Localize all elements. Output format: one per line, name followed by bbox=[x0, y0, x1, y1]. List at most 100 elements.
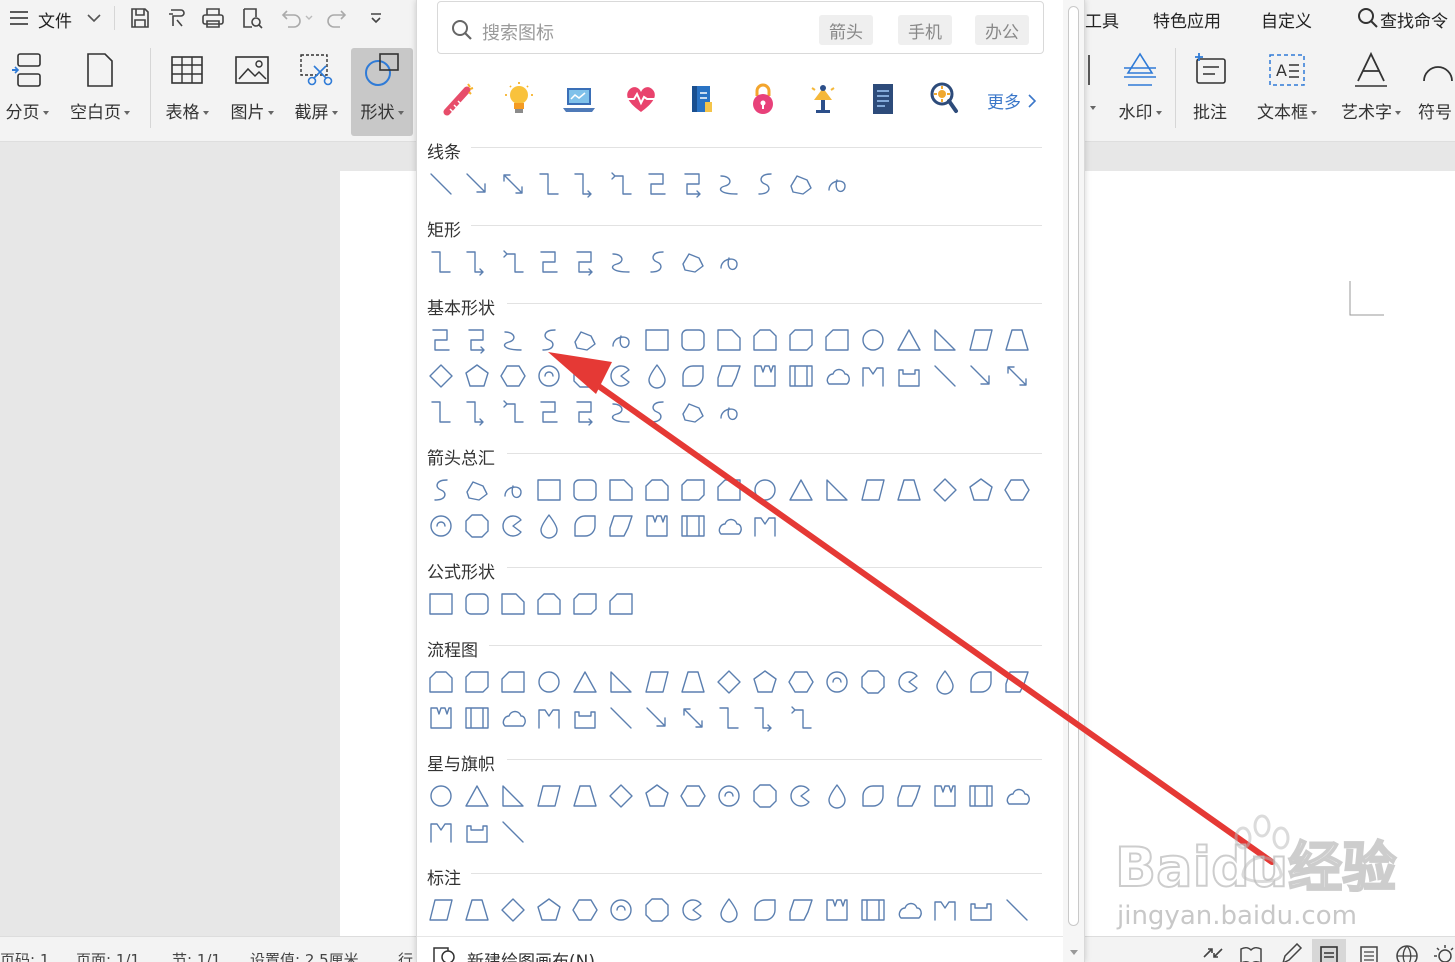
magnifier-gear-icon[interactable] bbox=[927, 80, 961, 118]
shape-item[interactable] bbox=[967, 896, 995, 924]
shape-item[interactable] bbox=[787, 896, 815, 924]
redo-icon[interactable] bbox=[324, 5, 352, 31]
shape-item[interactable] bbox=[643, 476, 671, 504]
customize-quick-access-icon[interactable] bbox=[364, 5, 388, 31]
shape-item[interactable] bbox=[607, 248, 635, 276]
shape-item[interactable] bbox=[463, 704, 491, 732]
shape-item[interactable] bbox=[787, 782, 815, 810]
shape-item[interactable] bbox=[427, 704, 455, 732]
shape-item[interactable] bbox=[967, 326, 995, 354]
picture-button[interactable]: 图片 bbox=[224, 48, 280, 136]
shape-item[interactable] bbox=[967, 362, 995, 390]
file-menu[interactable]: 文件 bbox=[38, 7, 72, 32]
chevron-down-icon[interactable] bbox=[84, 5, 104, 31]
shape-item[interactable] bbox=[859, 476, 887, 504]
icon-search-box[interactable]: 搜索图标 箭头 手机 办公 bbox=[437, 1, 1044, 54]
shape-item[interactable] bbox=[607, 170, 635, 198]
shape-item[interactable] bbox=[535, 704, 563, 732]
shape-item[interactable] bbox=[499, 590, 527, 618]
shape-item[interactable] bbox=[895, 326, 923, 354]
shape-item[interactable] bbox=[535, 590, 563, 618]
shape-item[interactable] bbox=[715, 704, 743, 732]
shape-item[interactable] bbox=[787, 326, 815, 354]
shape-item[interactable] bbox=[427, 896, 455, 924]
search-command[interactable]: 查找命令 bbox=[1380, 7, 1448, 32]
document-icon[interactable] bbox=[867, 80, 899, 118]
shape-item[interactable] bbox=[859, 362, 887, 390]
shape-item[interactable] bbox=[715, 896, 743, 924]
shape-item[interactable] bbox=[463, 170, 491, 198]
shape-item[interactable] bbox=[787, 362, 815, 390]
shape-item[interactable] bbox=[535, 362, 563, 390]
shape-item[interactable] bbox=[643, 248, 671, 276]
shape-item[interactable] bbox=[499, 704, 527, 732]
firework-icon[interactable] bbox=[441, 80, 477, 118]
shape-item[interactable] bbox=[463, 512, 491, 540]
comment-button[interactable]: 批注 bbox=[1184, 48, 1236, 136]
lock-icon[interactable] bbox=[747, 80, 779, 118]
shape-item[interactable] bbox=[463, 362, 491, 390]
shape-item[interactable] bbox=[607, 704, 635, 732]
shape-item[interactable] bbox=[607, 398, 635, 426]
shape-item[interactable] bbox=[463, 668, 491, 696]
shape-item[interactable] bbox=[931, 362, 959, 390]
status-page-code[interactable]: 页码: 1 bbox=[0, 949, 49, 962]
shape-item[interactable] bbox=[679, 896, 707, 924]
shape-item[interactable] bbox=[571, 362, 599, 390]
shape-item[interactable] bbox=[715, 668, 743, 696]
hamburger-menu-icon[interactable] bbox=[6, 5, 32, 31]
shape-item[interactable] bbox=[607, 782, 635, 810]
shape-item[interactable] bbox=[499, 668, 527, 696]
eye-protection-icon[interactable] bbox=[1432, 943, 1455, 962]
shape-item[interactable] bbox=[571, 512, 599, 540]
search-tag-phone[interactable]: 手机 bbox=[898, 15, 952, 45]
shape-item[interactable] bbox=[751, 668, 779, 696]
watermark-button[interactable]: 水印 bbox=[1112, 48, 1168, 136]
page-break-button[interactable]: 分页 bbox=[0, 48, 54, 136]
web-view-icon[interactable] bbox=[1394, 943, 1420, 962]
shape-item[interactable] bbox=[427, 170, 455, 198]
shape-item[interactable] bbox=[931, 896, 959, 924]
shape-item[interactable] bbox=[859, 782, 887, 810]
shape-item[interactable] bbox=[643, 704, 671, 732]
table-button[interactable]: 表格 bbox=[160, 48, 214, 136]
shape-item[interactable] bbox=[823, 170, 851, 198]
shape-item[interactable] bbox=[787, 668, 815, 696]
shape-item[interactable] bbox=[967, 476, 995, 504]
menu-customize[interactable]: 自定义 bbox=[1261, 7, 1312, 32]
shape-item[interactable] bbox=[535, 170, 563, 198]
shape-item[interactable] bbox=[535, 248, 563, 276]
edit-mode-icon[interactable] bbox=[1278, 943, 1304, 962]
menu-special-apps[interactable]: 特色应用 bbox=[1153, 7, 1221, 32]
shape-item[interactable] bbox=[787, 170, 815, 198]
shape-item[interactable] bbox=[679, 512, 707, 540]
shape-item[interactable] bbox=[787, 704, 815, 732]
shape-item[interactable] bbox=[571, 398, 599, 426]
shape-item[interactable] bbox=[751, 512, 779, 540]
shape-item[interactable] bbox=[463, 398, 491, 426]
shape-item[interactable] bbox=[535, 896, 563, 924]
shape-item[interactable] bbox=[463, 248, 491, 276]
status-row[interactable]: 行 bbox=[398, 949, 413, 962]
heart-pulse-icon[interactable] bbox=[623, 80, 659, 118]
shape-item[interactable] bbox=[571, 896, 599, 924]
shape-item[interactable] bbox=[499, 362, 527, 390]
shape-item[interactable] bbox=[643, 398, 671, 426]
shape-item[interactable] bbox=[859, 896, 887, 924]
shape-item[interactable] bbox=[679, 398, 707, 426]
shape-item[interactable] bbox=[751, 326, 779, 354]
shape-item[interactable] bbox=[427, 476, 455, 504]
shape-item[interactable] bbox=[1003, 782, 1031, 810]
save-icon[interactable] bbox=[126, 5, 154, 31]
shape-item[interactable] bbox=[679, 362, 707, 390]
shape-item[interactable] bbox=[679, 782, 707, 810]
status-section[interactable]: 节: 1/1 bbox=[172, 949, 221, 962]
shape-item[interactable] bbox=[535, 668, 563, 696]
shape-item[interactable] bbox=[427, 818, 455, 846]
fullscreen-icon[interactable] bbox=[1200, 943, 1226, 962]
shape-item[interactable] bbox=[1003, 896, 1031, 924]
shape-item[interactable] bbox=[535, 326, 563, 354]
search-tag-office[interactable]: 办公 bbox=[975, 15, 1029, 45]
shape-item[interactable] bbox=[751, 896, 779, 924]
shape-item[interactable] bbox=[787, 476, 815, 504]
